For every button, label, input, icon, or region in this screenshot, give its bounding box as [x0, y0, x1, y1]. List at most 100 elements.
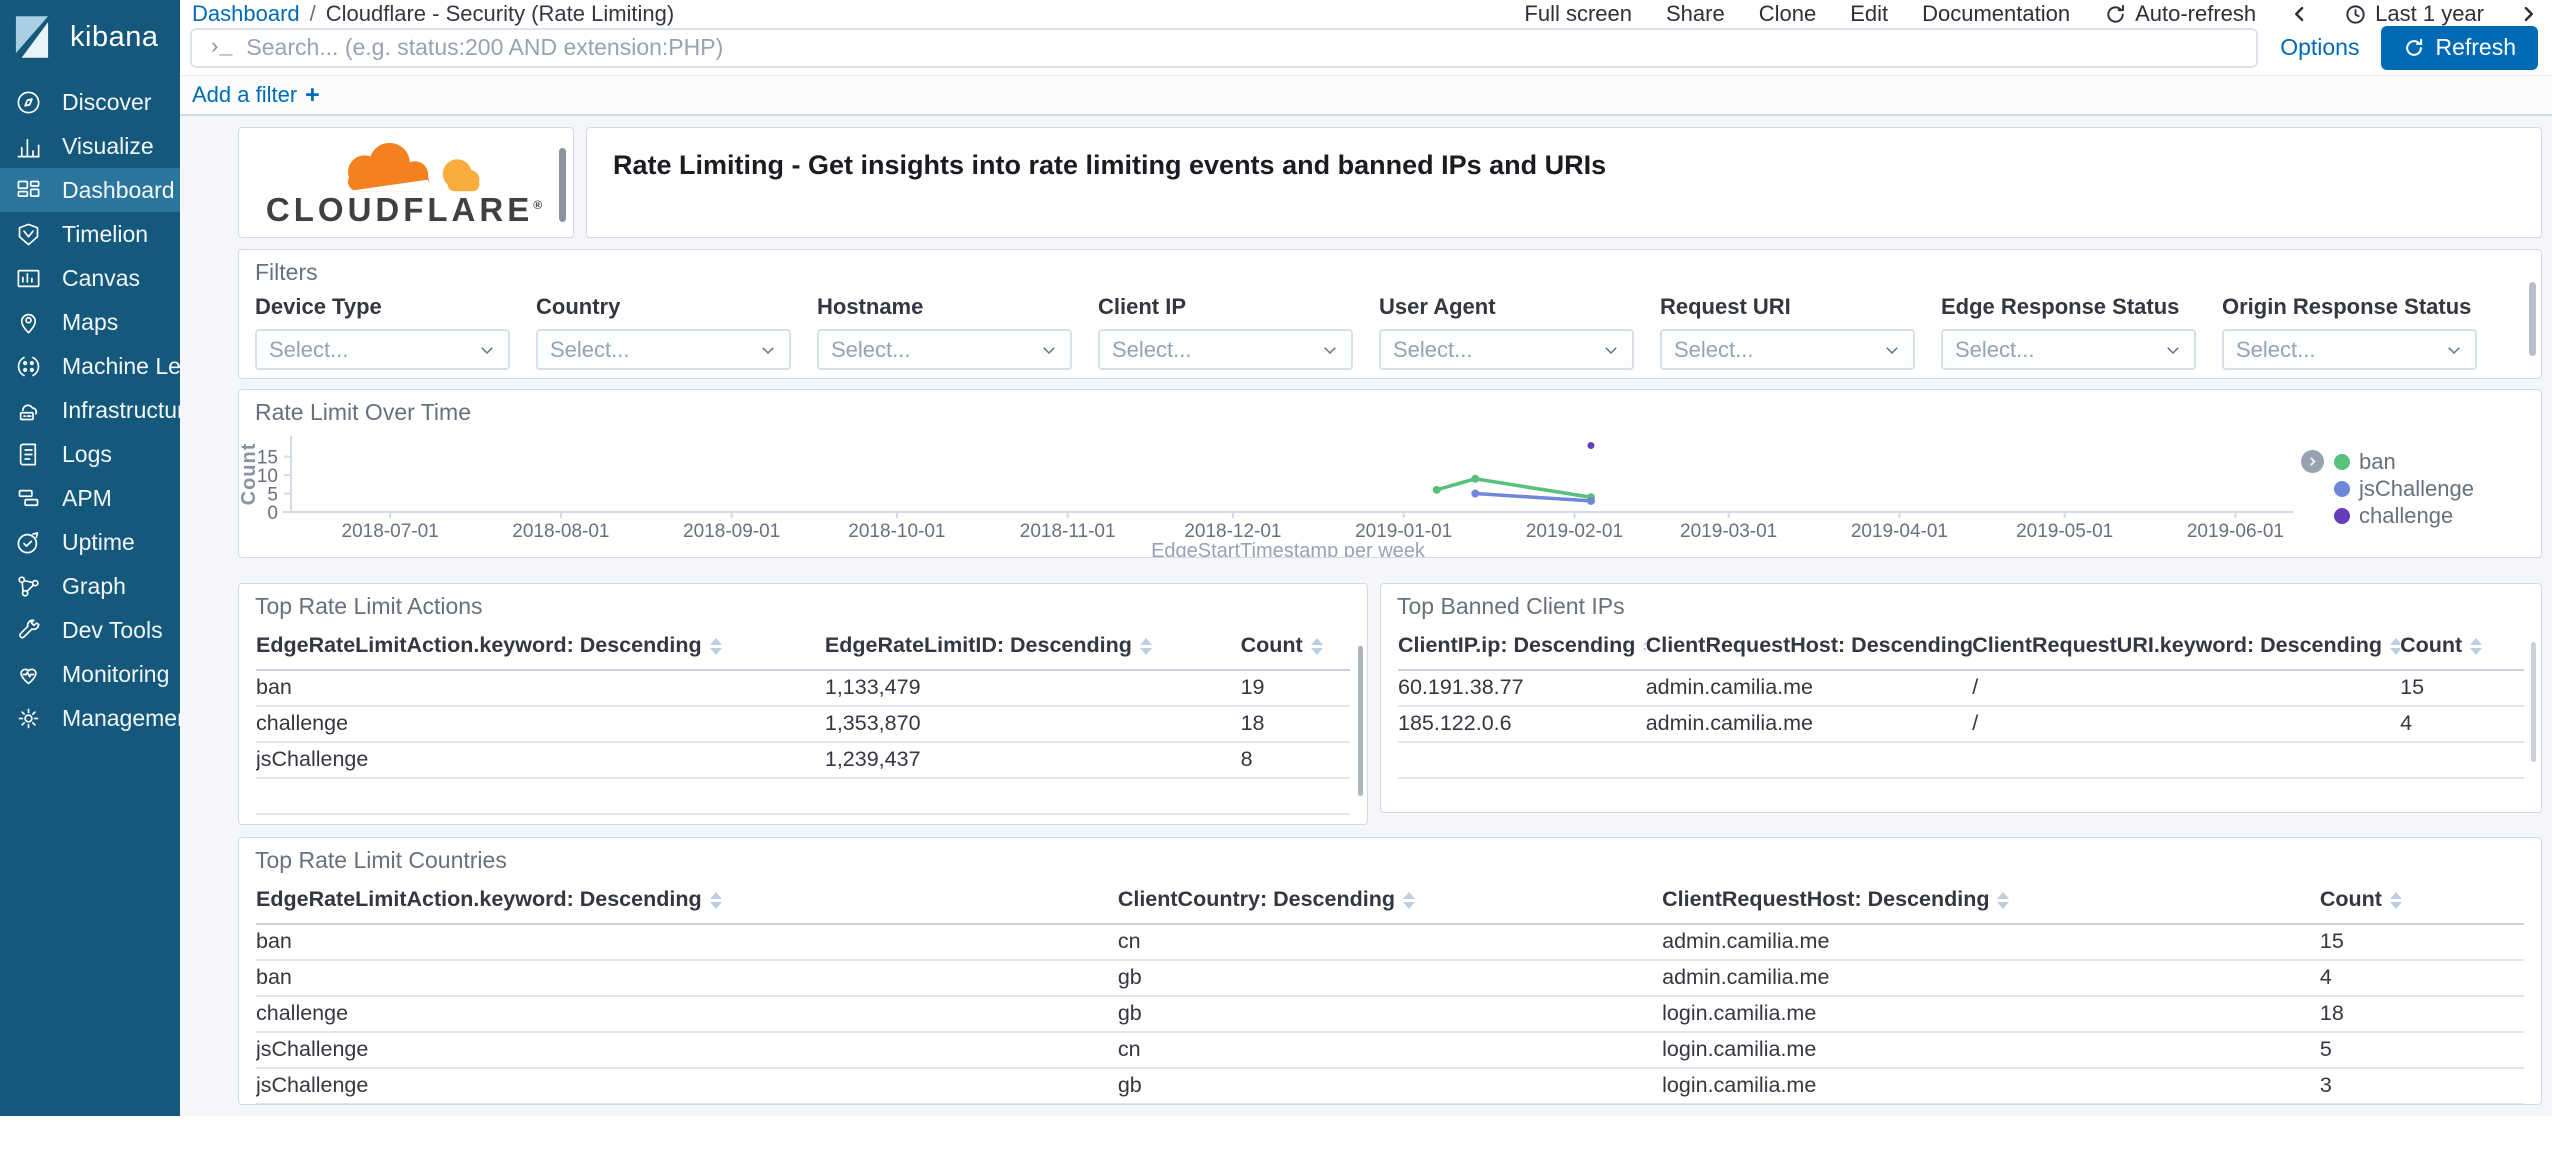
- search-box[interactable]: ›_: [190, 27, 2259, 68]
- sort-icon[interactable]: [1402, 891, 1415, 909]
- origin-response-status-select[interactable]: Select...: [2222, 329, 2477, 370]
- kibana-logo[interactable]: kibana: [0, 0, 180, 74]
- column-header-clientcountry[interactable]: ClientCountry: Descending: [1117, 878, 1663, 925]
- table-row: 60.191.38.77 admin.camilia.me/15: [1398, 670, 2524, 707]
- column-header-clientrequesthost[interactable]: ClientRequestHost: Descending: [1645, 624, 1973, 671]
- legend-collapse-icon[interactable]: [2300, 450, 2324, 473]
- time-back-button[interactable]: [2290, 4, 2310, 24]
- column-header-edgeratelimitid[interactable]: EdgeRateLimitID: Descending: [824, 624, 1241, 671]
- device-type-select[interactable]: Select...: [255, 329, 510, 370]
- sidebar-item-maps[interactable]: Maps: [0, 300, 180, 344]
- table-empty-row: [256, 778, 1350, 815]
- chevron-down-icon: [762, 346, 774, 354]
- sidebar-item-machine-le[interactable]: Machine Le...: [0, 344, 200, 388]
- column-header-count[interactable]: Count: [1240, 624, 1350, 671]
- auto-refresh-button[interactable]: Auto-refresh: [2104, 1, 2256, 27]
- top-rate-limit-countries-table: EdgeRateLimitAction.keyword: Descending C…: [256, 878, 2524, 1104]
- action-full-screen[interactable]: Full screen: [1524, 1, 1632, 27]
- filter-label: Request URI: [1660, 294, 1791, 319]
- options-link[interactable]: Options: [2280, 34, 2359, 61]
- query-prompt-icon: ›_: [208, 35, 232, 60]
- column-header-edgeratelimitaction-keyword[interactable]: EdgeRateLimitAction.keyword: Descending: [256, 624, 825, 671]
- legend-item-challenge[interactable]: challenge: [2299, 502, 2517, 529]
- cloudflare-logo-panel: CLOUDFLARE®: [238, 127, 574, 238]
- action-edit[interactable]: Edit: [1850, 1, 1888, 27]
- table-row: jsChallenge cn login.camilia.me 5: [256, 1032, 2524, 1069]
- svg-text:2018-12-01: 2018-12-01: [1184, 521, 1281, 542]
- sidebar-item-uptime[interactable]: Uptime: [0, 520, 180, 564]
- action-share[interactable]: Share: [1666, 1, 1725, 27]
- table-cell: [2400, 742, 2524, 779]
- sidebar-item-label: Discover: [62, 88, 152, 115]
- request-uri-select[interactable]: Select...: [1660, 329, 1915, 370]
- column-header-clientip-ip[interactable]: ClientIP.ip: Descending: [1398, 624, 1646, 671]
- column-header-count[interactable]: Count: [2400, 624, 2524, 671]
- panel-scrollbar[interactable]: [559, 148, 566, 222]
- edge-response-status-select[interactable]: Select...: [1941, 329, 2196, 370]
- sidebar-item-discover[interactable]: Discover: [0, 80, 180, 124]
- top-rate-limit-countries-panel: Top Rate Limit Countries EdgeRateLimitAc…: [238, 837, 2542, 1105]
- uptime-icon: [17, 531, 39, 553]
- action-documentation[interactable]: Documentation: [1922, 1, 2070, 27]
- sort-icon[interactable]: [709, 637, 722, 655]
- table-cell: 15: [2319, 924, 2524, 961]
- time-forward-button[interactable]: [2518, 4, 2538, 24]
- panel-scrollbar[interactable]: [1358, 646, 1363, 796]
- sort-icon[interactable]: [2389, 891, 2402, 909]
- sidebar-item-timelion[interactable]: Timelion: [0, 212, 180, 256]
- sidebar-item-dev-tools[interactable]: Dev Tools: [0, 608, 180, 652]
- sidebar-item-apm[interactable]: APM: [0, 476, 180, 520]
- sort-icon[interactable]: [2390, 637, 2401, 655]
- add-filter-link[interactable]: Add a filter +: [192, 81, 320, 110]
- panel-scrollbar[interactable]: [2529, 282, 2536, 356]
- filter-field-origin-response-status: Origin Response Status Select...: [2222, 294, 2477, 370]
- sidebar-item-visualize[interactable]: Visualize: [0, 124, 180, 168]
- filter-controls: Device Type Select... Country Select... Host…: [239, 286, 2541, 370]
- sort-icon[interactable]: [1310, 637, 1323, 655]
- table-cell: [2400, 778, 2524, 812]
- sidebar-item-canvas[interactable]: Canvas: [0, 256, 180, 300]
- sidebar-item-management[interactable]: Management: [0, 696, 196, 740]
- country-select[interactable]: Select...: [536, 329, 791, 370]
- svg-text:EdgeStartTimestamp per week: EdgeStartTimestamp per week: [1151, 540, 1426, 558]
- action-clone[interactable]: Clone: [1759, 1, 1816, 27]
- svg-text:10: 10: [257, 466, 278, 487]
- client-ip-select[interactable]: Select...: [1098, 329, 1353, 370]
- sort-icon[interactable]: [2470, 637, 2483, 655]
- sort-icon[interactable]: [1997, 891, 2010, 909]
- svg-text:15: 15: [257, 448, 278, 469]
- sidebar-item-monitoring[interactable]: Monitoring: [0, 652, 180, 696]
- column-header-clientrequesthost[interactable]: ClientRequestHost: Descending: [1662, 878, 2320, 925]
- column-header-edgeratelimitaction-keyword[interactable]: EdgeRateLimitAction.keyword: Descending: [256, 878, 1118, 925]
- kibana-logo-icon: [15, 16, 49, 58]
- sidebar-item-dashboard[interactable]: Dashboard: [0, 168, 180, 212]
- sidebar-item-graph[interactable]: Graph: [0, 564, 180, 608]
- search-input[interactable]: [244, 33, 2241, 62]
- legend-item-ban[interactable]: ban: [2299, 448, 2517, 475]
- refresh-button[interactable]: Refresh: [2381, 25, 2538, 70]
- sort-icon[interactable]: [709, 891, 722, 909]
- table-cell: [824, 814, 1241, 824]
- hostname-select[interactable]: Select...: [817, 329, 1072, 370]
- svg-text:2018-07-01: 2018-07-01: [342, 521, 439, 542]
- panel-scrollbar[interactable]: [2531, 642, 2536, 762]
- table-cell: [1240, 778, 1350, 815]
- breadcrumb-dashboard-link[interactable]: Dashboard: [192, 1, 300, 27]
- column-header-count[interactable]: Count: [2319, 878, 2524, 925]
- table-cell: [256, 814, 825, 824]
- table-cell: gb: [1117, 996, 1663, 1033]
- sidebar-item-infrastructure[interactable]: Infrastructure: [0, 388, 198, 432]
- dashboard-content: CLOUDFLARE® Rate Limiting - Get insights…: [180, 116, 2552, 1116]
- sidebar-item-logs[interactable]: Logs: [0, 432, 180, 476]
- table-row: ban 1,133,479 19: [256, 670, 1350, 707]
- table-row: 185.122.0.6 admin.camilia.me/4: [1398, 706, 2524, 743]
- table-row: ban gb admin.camilia.me 4: [256, 960, 2524, 997]
- sidebar-item-label: Maps: [62, 308, 119, 335]
- breadcrumb: Dashboard / Cloudflare - Security (Rate …: [192, 1, 674, 27]
- user-agent-select[interactable]: Select...: [1379, 329, 1634, 370]
- legend-item-jschallenge[interactable]: jsChallenge: [2299, 475, 2517, 502]
- sort-icon[interactable]: [1139, 637, 1152, 655]
- time-picker[interactable]: Last 1 year: [2344, 1, 2484, 27]
- infrastructure-icon: [19, 403, 38, 420]
- column-header-clientrequesturi-keyword[interactable]: ClientRequestURI.keyword: Descending: [1972, 624, 2401, 671]
